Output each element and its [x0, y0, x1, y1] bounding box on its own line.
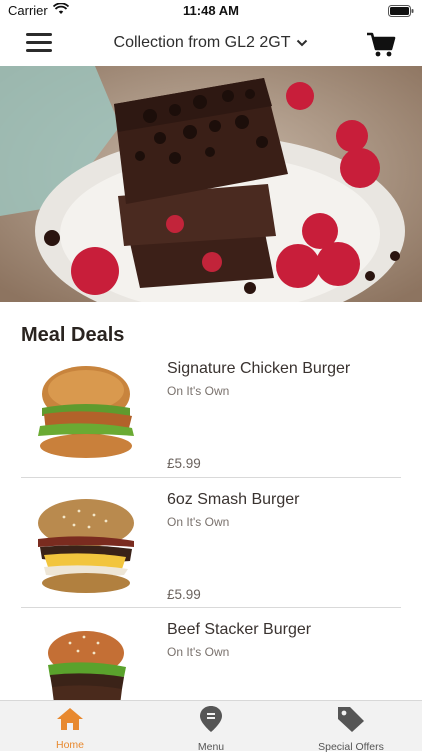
tab-label: Special Offers [318, 741, 384, 753]
item-price: £5.99 [167, 456, 201, 471]
item-subtitle: On It's Own [167, 384, 230, 398]
item-image [34, 364, 138, 464]
home-icon [56, 707, 84, 736]
map-pin-icon [199, 705, 223, 738]
hero-image [0, 66, 422, 302]
tab-label: Home [55, 739, 84, 751]
list-item[interactable]: 6oz Smash Burger On It's Own £5.99 [0, 487, 422, 617]
collection-label: Collection from GL2 2GT [113, 34, 291, 51]
item-name: 6oz Smash Burger [167, 491, 300, 508]
divider [21, 477, 401, 478]
item-subtitle: On It's Own [167, 515, 230, 529]
item-name: Signature Chicken Burger [167, 360, 351, 377]
tab-label: Menu [197, 741, 225, 753]
status-bar: Carrier 11:48 AM [0, 0, 422, 22]
item-subtitle: On It's Own [167, 645, 230, 659]
item-name: Beef Stacker Burger [167, 621, 312, 638]
cart-icon[interactable] [366, 32, 396, 58]
tag-icon [336, 705, 366, 738]
clock: 11:48 AM [183, 3, 239, 18]
divider [21, 607, 401, 608]
item-image [34, 495, 138, 595]
battery-icon [388, 5, 414, 20]
menu-icon[interactable] [26, 33, 52, 53]
tab-special-offers[interactable]: Special Offers [310, 701, 392, 753]
tab-menu[interactable]: Menu [180, 701, 242, 753]
nav-bar: Collection from GL2 2GT [0, 22, 422, 66]
section-title: Meal Deals [21, 324, 125, 346]
tab-bar: Home Menu Special Offers [0, 700, 422, 753]
chevron-down-icon [296, 34, 308, 52]
collection-selector[interactable]: Collection from GL2 2GT [100, 34, 322, 52]
item-price: £5.99 [167, 587, 201, 602]
tab-home[interactable]: Home [40, 701, 100, 751]
list-item[interactable]: Signature Chicken Burger On It's Own £5.… [0, 356, 422, 486]
